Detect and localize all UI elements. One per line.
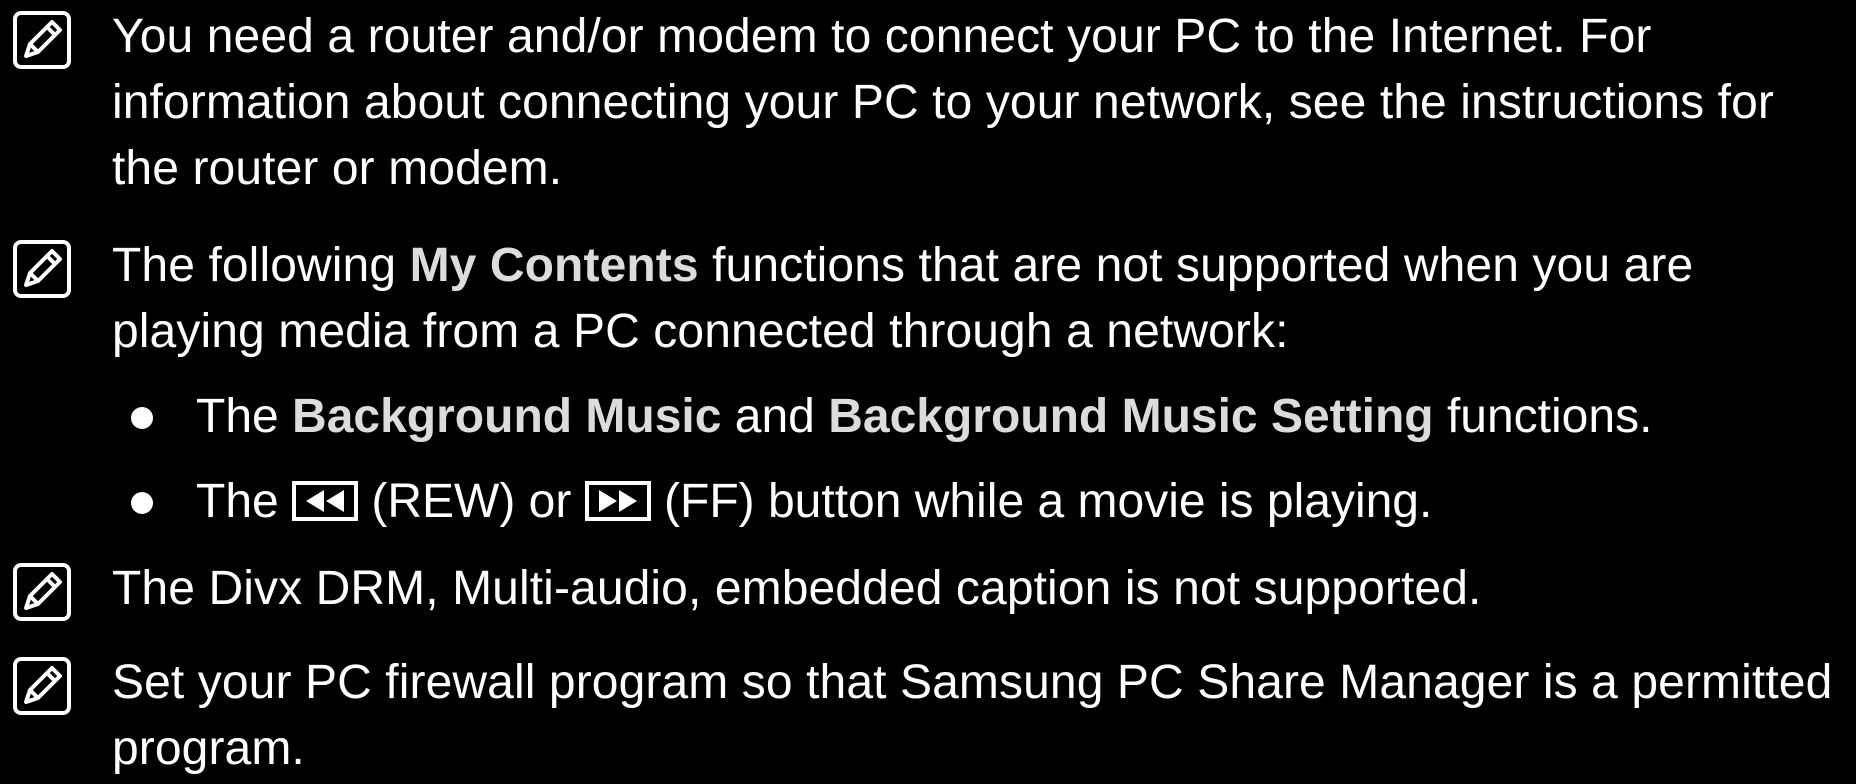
bullet-2-text-1: The <box>196 475 293 528</box>
background-music-setting-label: Background Music Setting <box>828 390 1434 443</box>
rew-label: (REW) or <box>358 475 585 528</box>
rewind-icon <box>292 481 359 521</box>
bullet-dot <box>131 407 153 429</box>
note-2-text-before: The following <box>112 239 410 292</box>
bullet-dot <box>131 492 153 514</box>
bullet-item-background-music: The Background Music and Background Musi… <box>0 384 1856 450</box>
note-pencil-icon <box>12 239 72 299</box>
note-pencil-icon <box>12 562 72 622</box>
note-1-text: You need a router and/or modem to connec… <box>112 10 1774 195</box>
background-music-label: Background Music <box>292 390 722 443</box>
note-3-text: The Divx DRM, Multi-audio, embedded capt… <box>112 562 1482 615</box>
bullet-item-rew-ff: The (REW) or (FF) button while a movie i… <box>0 469 1856 535</box>
bullet-1-text-1: The <box>196 390 293 443</box>
bullet-1-text-2: and <box>721 390 829 443</box>
fast-forward-icon <box>584 481 651 521</box>
bullet-1-text-3: functions. <box>1433 390 1653 443</box>
ff-label: (FF) button while a movie is playing. <box>650 475 1433 528</box>
note-4-text: Set your PC firewall program so that Sam… <box>112 656 1833 775</box>
my-contents-label: My Contents <box>409 239 699 292</box>
note-pencil-icon <box>12 10 72 70</box>
note-2-text: The following My Contents functions that… <box>112 233 1836 365</box>
bullet-text: The Background Music and Background Musi… <box>196 384 1652 450</box>
note-pencil-icon <box>12 656 72 716</box>
bullet-text: The (REW) or (FF) button while a movie i… <box>196 469 1432 535</box>
